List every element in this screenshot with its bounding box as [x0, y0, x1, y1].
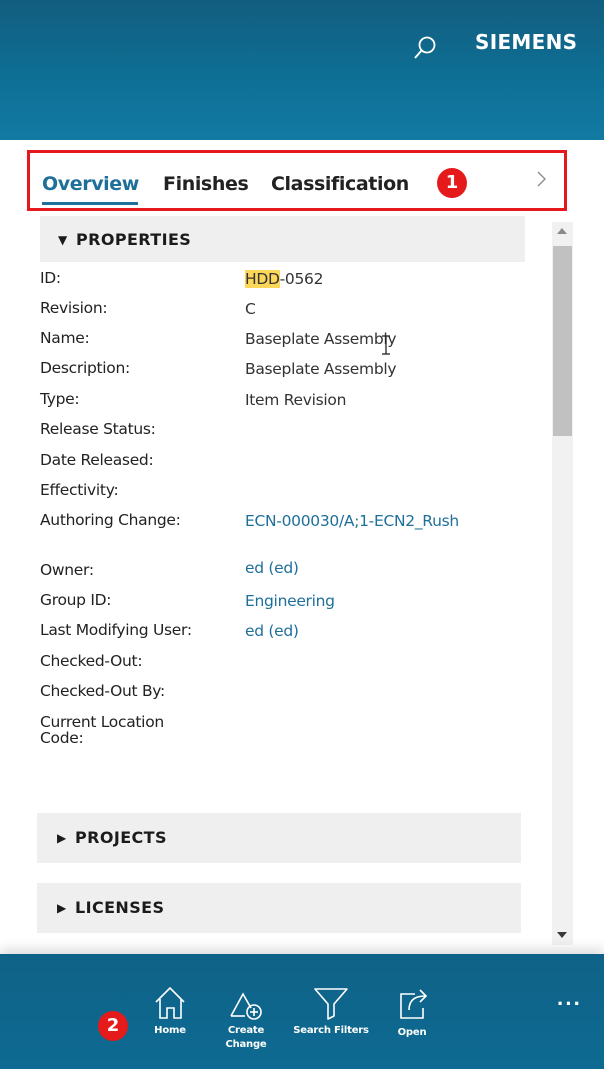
app-header: SIEMENS — [0, 0, 604, 140]
tab-bar: Overview Finishes Classification 1 — [27, 150, 567, 211]
authoring-change-link[interactable]: ECN-000030/A;1-ECN2_Rush — [245, 512, 459, 530]
licenses-title: LICENSES — [75, 898, 165, 917]
prop-value-name: Baseplate Assembly — [245, 330, 397, 348]
create-change-label: Create Change — [225, 1025, 267, 1050]
home-label: Home — [154, 1025, 186, 1036]
prop-label-effectivity: Effectivity: — [40, 481, 119, 499]
prop-label-owner: Owner: — [40, 561, 94, 579]
prop-label-description: Description: — [40, 359, 130, 377]
prop-label-checked-out: Checked-Out: — [40, 652, 143, 670]
prop-label-last-modifying-user: Last Modifying User: — [40, 621, 192, 639]
scroll-thumb[interactable] — [553, 246, 572, 436]
home-button[interactable]: Home — [148, 984, 192, 1038]
prop-label-release-status: Release Status: — [40, 420, 156, 438]
search-filters-button[interactable]: Search Filters — [290, 984, 372, 1038]
bottom-toolbar: 2 Home Create Change Search Filters Open… — [0, 954, 604, 1069]
tab-finishes[interactable]: Finishes — [163, 173, 249, 195]
callout-badge-1: 1 — [437, 168, 467, 198]
prop-label-id: ID: — [40, 269, 61, 287]
prop-value-id: HDD-0562 — [245, 270, 324, 288]
prop-label-name: Name: — [40, 329, 90, 347]
prop-label-checked-out-by: Checked-Out By: — [40, 682, 165, 700]
owner-link[interactable]: ed (ed) — [245, 559, 299, 577]
prop-value-description: Baseplate Assembly — [245, 360, 397, 378]
text-cursor-icon — [380, 333, 392, 357]
licenses-section-header[interactable]: ▶ LICENSES — [37, 883, 521, 933]
search-filters-label: Search Filters — [293, 1025, 369, 1036]
prop-label-group-id: Group ID: — [40, 591, 112, 609]
open-button[interactable]: Open — [390, 984, 434, 1040]
prop-label-type: Type: — [40, 390, 80, 408]
chevron-right-icon[interactable] — [534, 168, 550, 190]
projects-section-header[interactable]: ▶ PROJECTS — [37, 813, 521, 863]
active-tab-indicator — [42, 202, 138, 205]
projects-title: PROJECTS — [75, 828, 167, 847]
scroll-down-arrow-icon[interactable] — [557, 932, 567, 938]
open-label: Open — [397, 1027, 427, 1038]
search-highlight: HDD — [245, 270, 280, 288]
prop-label-current-location-code: Code: — [40, 729, 84, 747]
tab-overview[interactable]: Overview — [42, 173, 139, 195]
more-options-icon[interactable]: ··· — [557, 991, 582, 1017]
caret-right-icon: ▶ — [57, 831, 67, 845]
caret-right-icon: ▶ — [57, 901, 67, 915]
tab-classification[interactable]: Classification — [271, 173, 409, 195]
create-change-icon — [222, 984, 270, 1022]
prop-label-revision: Revision: — [40, 299, 108, 317]
callout-badge-2: 2 — [98, 1011, 128, 1041]
prop-value-type: Item Revision — [245, 391, 347, 409]
caret-down-icon: ▼ — [58, 233, 68, 247]
search-icon[interactable] — [412, 34, 438, 62]
filter-icon — [290, 984, 372, 1022]
prop-value-revision: C — [245, 300, 256, 318]
brand-logo: SIEMENS — [475, 30, 578, 54]
scroll-up-arrow-icon[interactable] — [557, 228, 567, 234]
home-icon — [148, 984, 192, 1022]
last-modifying-user-link[interactable]: ed (ed) — [245, 622, 299, 640]
create-change-button[interactable]: Create Change — [222, 984, 270, 1052]
prop-label-date-released: Date Released: — [40, 451, 154, 469]
prop-label-authoring-change: Authoring Change: — [40, 511, 181, 529]
vertical-scrollbar[interactable] — [552, 222, 573, 945]
open-external-icon — [390, 984, 434, 1024]
group-id-link[interactable]: Engineering — [245, 592, 335, 610]
properties-title: PROPERTIES — [76, 230, 192, 249]
properties-section-header[interactable]: ▼ PROPERTIES — [40, 216, 525, 262]
